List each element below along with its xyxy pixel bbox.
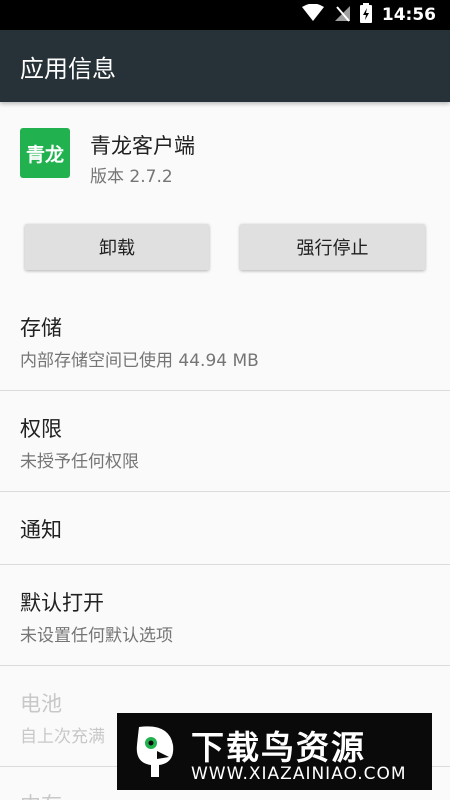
list-item-permissions[interactable]: 权限 未授予任何权限 bbox=[0, 391, 450, 491]
app-icon: 青龙 bbox=[20, 128, 70, 178]
item-subtitle: 未设置任何默认选项 bbox=[20, 626, 173, 646]
list-item-notifications[interactable]: 通知 bbox=[0, 492, 450, 564]
status-bar: 14:56 bbox=[0, 0, 450, 30]
app-header: 青龙 青龙客户端 版本 2.7.2 bbox=[0, 102, 450, 202]
item-title: 通知 bbox=[20, 518, 62, 542]
app-name: 青龙客户端 bbox=[90, 134, 195, 158]
no-signal-icon bbox=[334, 4, 350, 26]
battery-charging-icon bbox=[359, 3, 372, 27]
list-item-storage[interactable]: 存储 内部存储空间已使用 44.94 MB bbox=[0, 290, 450, 390]
uninstall-button[interactable]: 卸载 bbox=[25, 224, 209, 270]
item-title: 存储 bbox=[20, 316, 62, 340]
status-icons: 14:56 bbox=[301, 0, 436, 30]
watermark: 下载鸟资源 WWW.XIAZAINIAO.COM bbox=[117, 713, 432, 790]
force-stop-button[interactable]: 强行停止 bbox=[240, 224, 425, 270]
item-title: 权限 bbox=[20, 417, 62, 441]
watermark-title: 下载鸟资源 bbox=[191, 728, 366, 767]
item-subtitle: 自上次充满 bbox=[20, 727, 105, 747]
app-bar: 应用信息 bbox=[0, 30, 450, 102]
watermark-url: WWW.XIAZAINIAO.COM bbox=[191, 764, 407, 784]
bird-logo-icon bbox=[129, 723, 183, 779]
item-subtitle: 内部存储空间已使用 44.94 MB bbox=[20, 351, 259, 371]
item-subtitle: 未授予任何权限 bbox=[20, 452, 139, 472]
app-version: 版本 2.7.2 bbox=[90, 167, 173, 187]
status-time: 14:56 bbox=[381, 5, 436, 25]
wifi-icon bbox=[301, 3, 324, 26]
list-item-open-by-default[interactable]: 默认打开 未设置任何默认选项 bbox=[0, 565, 450, 665]
item-title: 电池 bbox=[20, 692, 62, 716]
page-title: 应用信息 bbox=[20, 55, 116, 83]
item-title: 默认打开 bbox=[20, 591, 104, 615]
item-title: 内存 bbox=[20, 789, 62, 800]
